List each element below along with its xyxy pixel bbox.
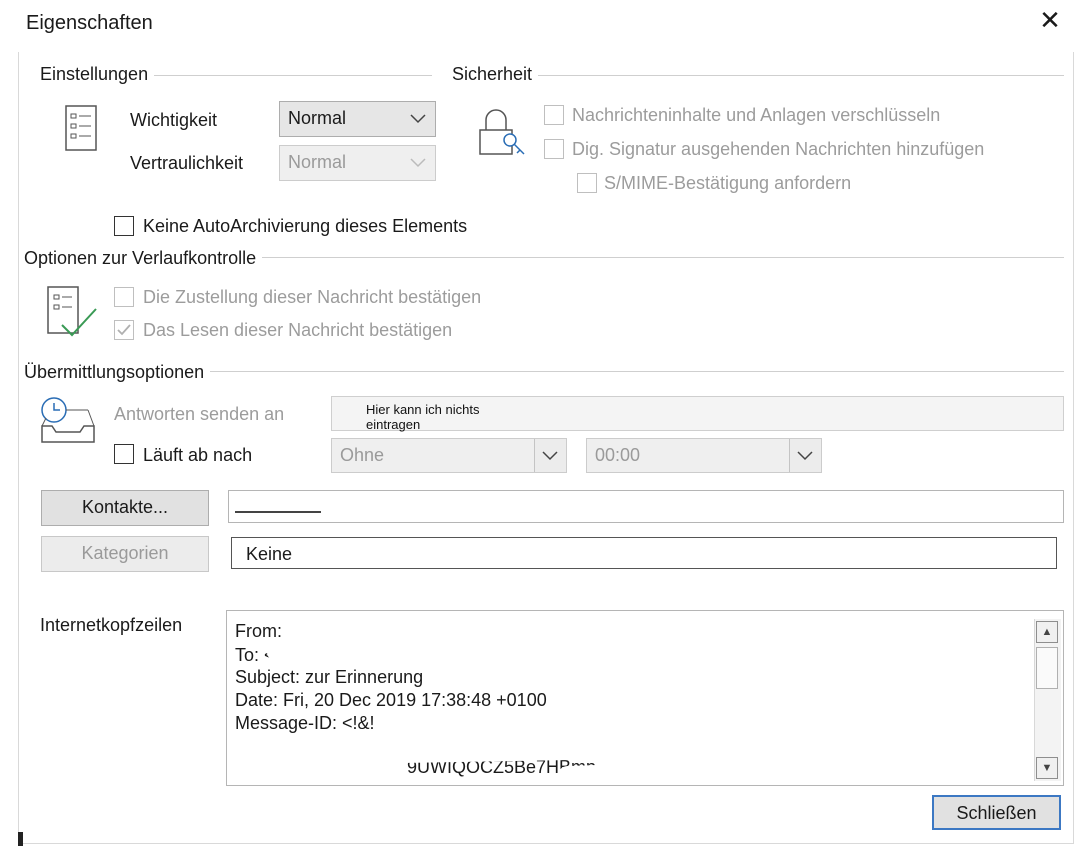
- delivery-heading: Übermittlungsoptionen: [24, 362, 211, 383]
- chevron-down-icon: [410, 114, 426, 124]
- expires-label: Läuft ab nach: [143, 445, 253, 465]
- encrypt-label: Nachrichteninhalte und Anlagen verschlüs…: [572, 105, 941, 125]
- no-autoarchive-label: Keine AutoArchivierung dieses Elements: [143, 216, 468, 236]
- signature-checkbox[interactable]: [544, 139, 564, 159]
- headers-label: Internetkopfzeilen: [40, 615, 183, 635]
- scroll-down-icon[interactable]: ▼: [1036, 757, 1058, 779]
- reply-to-label: Antworten senden an: [114, 404, 285, 424]
- expires-date-picker[interactable]: Ohne: [331, 438, 567, 473]
- sensitivity-label: Vertraulichkeit: [130, 153, 244, 173]
- expires-time-value: 00:00: [595, 445, 641, 465]
- headers-scrollbar[interactable]: ▲ ▼: [1034, 619, 1061, 781]
- contacts-field[interactable]: [228, 490, 1064, 523]
- headers-textarea[interactable]: From: To: < Subject: zur Erinnerung Date…: [226, 610, 1064, 786]
- close-button[interactable]: Schließen: [932, 795, 1061, 830]
- smime-label: S/MIME-Bestätigung anfordern: [604, 173, 852, 193]
- redacted-contact: [235, 497, 325, 517]
- header-message-id: Message-ID: <!&!: [235, 713, 375, 733]
- encrypt-checkbox[interactable]: [544, 105, 564, 125]
- expires-date-dropdown-button[interactable]: [534, 439, 566, 472]
- clock-tray-icon: [38, 396, 98, 446]
- expires-time-picker[interactable]: 00:00: [586, 438, 822, 473]
- contacts-button[interactable]: Kontakte...: [41, 490, 209, 526]
- tracking-heading: Optionen zur Verlaufkontrolle: [24, 248, 263, 269]
- importance-value: Normal: [288, 108, 347, 128]
- chevron-down-icon: [410, 158, 426, 168]
- header-date: Date: Fri, 20 Dec 2019 17:38:48 +0100: [235, 690, 547, 710]
- reply-to-note-line2: eintragen: [366, 417, 421, 432]
- read-receipt-checkbox[interactable]: [114, 320, 134, 340]
- scroll-thumb[interactable]: [1036, 647, 1058, 689]
- categories-value: Keine: [246, 544, 293, 564]
- chevron-down-icon: [797, 451, 813, 461]
- sensitivity-dropdown[interactable]: Normal: [279, 145, 436, 181]
- tracking-icon: [44, 285, 100, 341]
- security-divider: [452, 75, 1064, 76]
- header-from: From:: [235, 621, 282, 641]
- list-icon: [64, 104, 102, 154]
- resize-marker: [18, 832, 23, 846]
- security-heading: Sicherheit: [452, 64, 539, 85]
- importance-label: Wichtigkeit: [130, 110, 218, 130]
- settings-heading: Einstellungen: [40, 64, 155, 85]
- reply-to-note-line1: Hier kann ich nichts: [366, 402, 480, 417]
- chevron-down-icon: [542, 451, 558, 461]
- categories-field[interactable]: Keine: [231, 537, 1057, 569]
- delivery-receipt-checkbox[interactable]: [114, 287, 134, 307]
- no-autoarchive-checkbox[interactable]: [114, 216, 134, 236]
- close-icon[interactable]: ✕: [1036, 6, 1064, 34]
- smime-checkbox[interactable]: [577, 173, 597, 193]
- categories-button[interactable]: Kategorien: [41, 536, 209, 572]
- delivery-receipt-label: Die Zustellung dieser Nachricht bestätig…: [143, 287, 482, 307]
- window-title: Eigenschaften: [26, 12, 153, 34]
- expires-checkbox[interactable]: [114, 444, 134, 464]
- reply-to-field[interactable]: Hier kann ich nichts eintragen: [331, 396, 1064, 432]
- header-subject: Subject: zur Erinnerung: [235, 667, 424, 687]
- expires-time-dropdown-button[interactable]: [789, 439, 821, 472]
- read-receipt-label: Das Lesen dieser Nachricht bestätigen: [143, 320, 453, 340]
- scroll-up-icon[interactable]: ▲: [1036, 621, 1058, 643]
- signature-label: Dig. Signatur ausgehenden Nachrichten hi…: [572, 139, 985, 159]
- checkmark-icon: [117, 324, 131, 336]
- importance-dropdown[interactable]: Normal: [279, 101, 436, 137]
- lock-key-icon: [478, 106, 528, 158]
- expires-date-value: Ohne: [340, 445, 385, 465]
- sensitivity-value: Normal: [288, 152, 347, 172]
